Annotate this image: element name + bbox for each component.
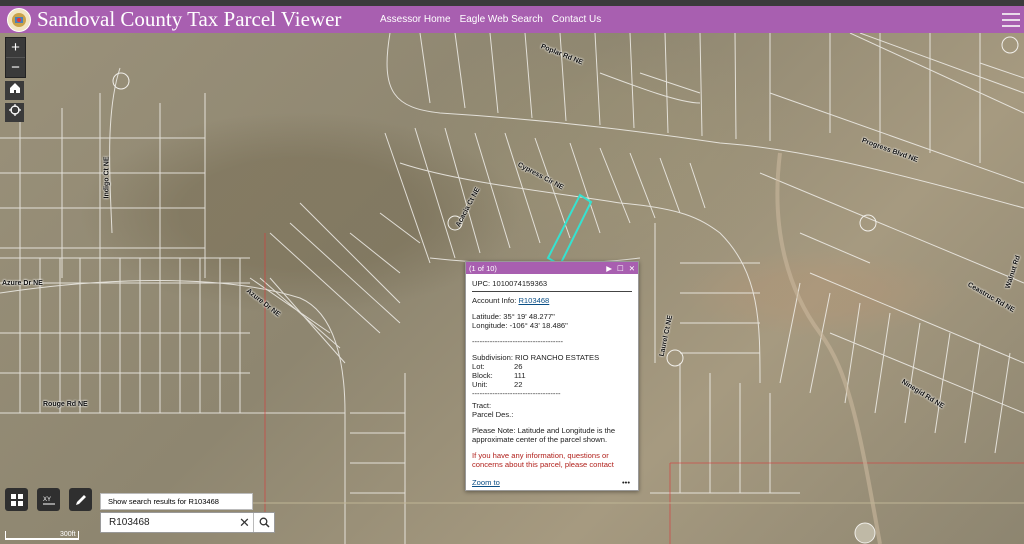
zoom-to-link[interactable]: Zoom to (472, 478, 500, 487)
coordinate-button[interactable]: XY (37, 488, 60, 511)
locate-button[interactable] (5, 103, 24, 122)
search-suggestion-term: R103468 (188, 497, 219, 506)
block-value: 111 (514, 371, 526, 380)
divider-text: ------------------------------------ (472, 337, 564, 346)
grid-icon (10, 493, 23, 506)
account-link[interactable]: R103468 (518, 296, 549, 305)
search-icon (259, 517, 270, 528)
app-title: Sandoval County Tax Parcel Viewer (37, 7, 342, 31)
maximize-icon[interactable]: ☐ (617, 264, 624, 273)
unit-value: 22 (514, 380, 523, 389)
zoom-in-button[interactable]: + (6, 38, 25, 57)
app-header: Sandoval County Tax Parcel Viewer Assess… (0, 6, 1024, 33)
home-icon (9, 83, 20, 93)
popup-header: (1 of 10) ▶ ☐ ✕ (466, 262, 638, 274)
popup-body: UPC: 1010074159363 Account Info: R103468… (466, 274, 638, 480)
next-feature-icon[interactable]: ▶ (606, 264, 612, 273)
contact-warning: If you have any information, questions o… (472, 451, 614, 469)
close-icon[interactable]: ✕ (629, 264, 635, 273)
parcel-popup: (1 of 10) ▶ ☐ ✕ UPC: 1010074159363 Accou… (465, 261, 639, 491)
menu-icon[interactable] (1002, 9, 1020, 29)
home-button[interactable] (5, 81, 24, 100)
block-label: Block: (472, 371, 493, 380)
coordinate-note: Please Note: Latitude and Longitude is t… (472, 426, 616, 444)
zoom-control: + − (5, 37, 26, 78)
nav-contact-us[interactable]: Contact Us (552, 14, 601, 25)
draw-button[interactable] (69, 488, 92, 511)
unit-label: Unit: (472, 380, 488, 389)
more-actions-icon[interactable]: ••• (622, 478, 630, 487)
search-box: R103468 ✕ (100, 512, 275, 533)
search-suggestion[interactable]: Show search results for R103468 (100, 493, 253, 510)
county-seal-logo (7, 7, 31, 32)
search-input[interactable]: R103468 (101, 517, 236, 528)
lot-value: 26 (514, 362, 523, 371)
street-label: Indigo Ct NE (103, 156, 111, 199)
tract-text: Tract: (472, 401, 492, 410)
search-button[interactable] (253, 513, 274, 532)
subdivision-text: Subdivision: RIO RANCHO ESTATES (472, 353, 600, 362)
selected-parcel (546, 193, 593, 267)
svg-text:XY: XY (43, 497, 51, 503)
longitude-text: Longitude: -106° 43' 18.486" (472, 321, 568, 330)
popup-counter: (1 of 10) (469, 263, 497, 273)
divider-text: ----------------------------------- (472, 389, 561, 398)
xy-coordinate-icon: XY (42, 497, 55, 504)
account-label: Account Info: (472, 296, 517, 305)
upc-text: UPC: 1010074159363 (472, 279, 548, 288)
search-suggestion-prefix: Show search results for (108, 497, 187, 506)
street-label: Azure Dr NE (2, 280, 43, 287)
latitude-text: Latitude: 35° 19' 48.277" (472, 312, 555, 321)
popup-footer: Zoom to ••• (472, 478, 630, 487)
basemap-gallery-button[interactable] (5, 488, 28, 511)
pencil-icon (75, 494, 86, 505)
zoom-out-button[interactable]: − (6, 57, 25, 77)
nav-eagle-web-search[interactable]: Eagle Web Search (460, 14, 543, 25)
clear-search-icon[interactable]: ✕ (236, 515, 253, 531)
scale-label: 300ft (60, 531, 76, 538)
lot-label: Lot: (472, 362, 485, 371)
locate-icon (8, 104, 21, 116)
street-label: Rouge Rd NE (43, 401, 88, 408)
nav-assessor-home[interactable]: Assessor Home (380, 14, 451, 25)
header-nav: Assessor Home Eagle Web Search Contact U… (380, 6, 601, 33)
parcel-des-text: Parcel Des.: (472, 410, 514, 419)
